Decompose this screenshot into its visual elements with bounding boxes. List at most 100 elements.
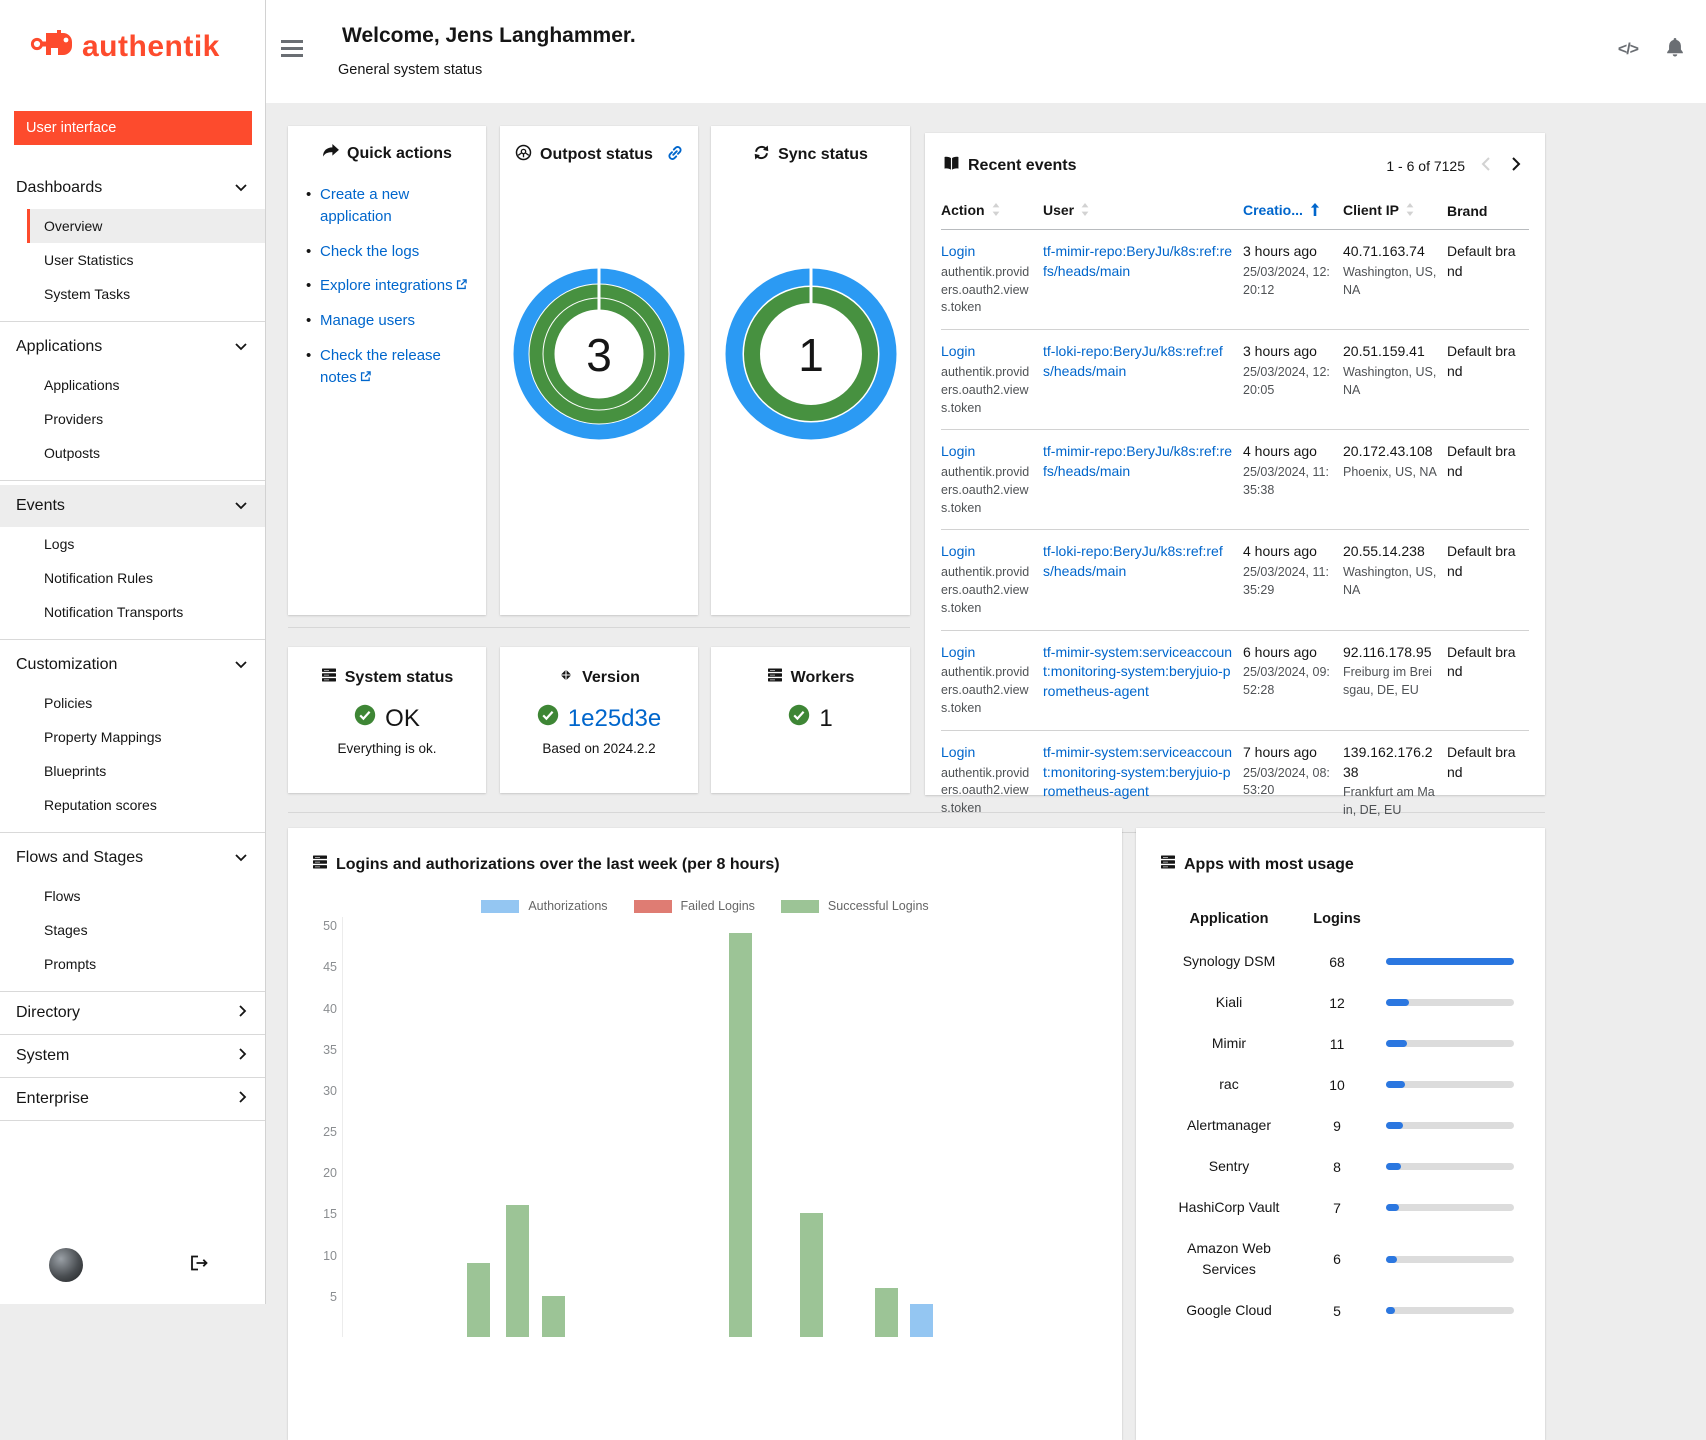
sidebar-item-notification-rules[interactable]: Notification Rules [0,561,265,595]
column-header-user[interactable]: User [1043,192,1243,230]
column-header-brand[interactable]: Brand [1447,192,1529,230]
sidebar-item-user-statistics[interactable]: User Statistics [0,243,265,277]
create-application-link[interactable]: Create a new application [320,186,409,225]
hamburger-menu-icon[interactable] [281,40,303,61]
sidebar-item-property-mappings[interactable]: Property Mappings [0,720,265,754]
sidebar-item-flows-stages-group[interactable]: Flows and Stages [0,837,265,879]
event-action-link[interactable]: Login [941,443,975,459]
sidebar-item-directory[interactable]: Directory [0,992,265,1034]
sort-icon [1406,203,1414,219]
chart-bar [467,1263,490,1337]
event-context: authentik.providers.oauth2.views.token [941,564,1033,617]
usage-bar [1386,1163,1514,1170]
column-header-action[interactable]: Action [941,192,1043,230]
sidebar-item-enterprise[interactable]: Enterprise [0,1078,265,1120]
sidebar: authentik User interface Dashboards Over… [0,0,266,1304]
pagination-next-button[interactable] [1506,155,1527,176]
sidebar-item-overview[interactable]: Overview [27,209,265,243]
sidebar-item-reputation-scores[interactable]: Reputation scores [0,788,265,822]
event-action-link[interactable]: Login [941,543,975,559]
sidebar-item-flows[interactable]: Flows [0,879,265,913]
explore-integrations-link[interactable]: Explore integrations [320,277,453,294]
version-title: Version [582,669,640,687]
version-value-link[interactable]: 1e25d3e [568,705,661,733]
sidebar-item-notification-transports[interactable]: Notification Transports [0,595,265,629]
page-header: Welcome, Jens Langhammer. General system… [266,0,1706,103]
column-header-client-ip[interactable]: Client IP [1343,192,1447,230]
sidebar-item-policies[interactable]: Policies [0,686,265,720]
event-ip: 40.71.163.74 [1343,243,1425,259]
release-notes-link[interactable]: Check the release notes [320,347,441,386]
app-name: Google Cloud [1160,1290,1298,1331]
event-action-link[interactable]: Login [941,744,975,760]
nav-section-events: Events Logs Notification Rules Notificat… [0,480,265,639]
legend-item-failed-logins[interactable]: Failed Logins [634,899,755,913]
y-axis-tick: 25 [311,1125,337,1139]
event-action-link[interactable]: Login [941,343,975,359]
event-action-link[interactable]: Login [941,644,975,660]
event-location: Phoenix, US, NA [1343,464,1437,482]
event-user-link[interactable]: tf-loki-repo:BeryJu/k8s:ref:refs/heads/m… [1043,343,1223,379]
event-user-link[interactable]: tf-mimir-repo:BeryJu/k8s:ref:refs/heads/… [1043,443,1232,479]
logout-icon[interactable] [190,1255,208,1276]
nav-section-flows-stages: Flows and Stages Flows Stages Prompts [0,832,265,991]
sidebar-item-system-tasks[interactable]: System Tasks [0,277,265,311]
link-icon[interactable] [667,145,683,166]
usage-bar [1386,999,1514,1006]
event-location: Washington, US, NA [1343,564,1437,600]
legend-item-authorizations[interactable]: Authorizations [481,899,607,913]
usage-bar [1386,958,1514,965]
sidebar-item-events-group[interactable]: Events [0,485,265,527]
y-axis-tick: 20 [311,1166,337,1180]
event-date: 25/03/2024, 09:52:28 [1243,664,1333,700]
notifications-bell-icon[interactable] [1666,38,1684,62]
apps-column-logins: Logins [1298,903,1376,941]
sidebar-item-prompts[interactable]: Prompts [0,947,265,981]
nav-section-enterprise: Enterprise [0,1077,265,1121]
event-user-link[interactable]: tf-mimir-system:serviceaccount:monitorin… [1043,644,1232,700]
chevron-down-icon [235,497,247,515]
manage-users-link[interactable]: Manage users [320,312,415,329]
app-logins: 12 [1298,995,1376,1011]
event-location: Frankfurt am Main, DE, EU [1343,784,1437,820]
sidebar-item-providers[interactable]: Providers [0,402,265,436]
page-title: Welcome, Jens Langhammer. [342,24,636,48]
check-logs-link[interactable]: Check the logs [320,243,419,260]
nav-section-applications: Applications Applications Providers Outp… [0,321,265,480]
column-header-creation-date[interactable]: Creatio... [1243,192,1343,230]
app-name: Sentry [1160,1146,1298,1187]
event-action-link[interactable]: Login [941,243,975,259]
usage-bar [1386,1204,1514,1211]
app-name: Synology DSM [1160,941,1298,982]
chart-bar [800,1213,823,1337]
usage-bar [1386,1256,1514,1263]
event-context: authentik.providers.oauth2.views.token [941,364,1033,417]
sidebar-item-system[interactable]: System [0,1035,265,1077]
quick-actions-card: Quick actions Create a new application C… [288,126,486,615]
system-status-description: Everything is ok. [300,741,474,756]
sidebar-item-outposts[interactable]: Outposts [0,436,265,470]
sidebar-item-logs[interactable]: Logs [0,527,265,561]
legend-item-successful-logins[interactable]: Successful Logins [781,899,929,913]
sync-status-value: 1 [798,329,824,381]
pagination-label: 1 - 6 of 7125 [1386,158,1465,174]
sidebar-item-customization-group[interactable]: Customization [0,644,265,686]
app-name: Amazon Web Services [1160,1228,1298,1290]
y-axis-tick: 40 [311,1002,337,1016]
event-user-link[interactable]: tf-mimir-repo:BeryJu/k8s:ref:refs/heads/… [1043,243,1232,279]
app-logins: 68 [1298,954,1376,970]
event-location: Freiburg im Breisgau, DE, EU [1343,664,1437,700]
api-code-icon[interactable]: </> [1618,41,1638,59]
pagination-prev-button[interactable] [1475,155,1496,176]
event-user-link[interactable]: tf-loki-repo:BeryJu/k8s:ref:refs/heads/m… [1043,543,1223,579]
app-name: Kiali [1160,982,1298,1023]
sidebar-item-dashboards[interactable]: Dashboards [0,167,265,209]
user-interface-button[interactable]: User interface [14,111,252,145]
apps-column-application: Application [1160,903,1298,941]
sidebar-item-blueprints[interactable]: Blueprints [0,754,265,788]
sidebar-item-applications-group[interactable]: Applications [0,326,265,368]
event-user-link[interactable]: tf-mimir-system:serviceaccount:monitorin… [1043,744,1232,800]
sidebar-item-applications[interactable]: Applications [0,368,265,402]
avatar[interactable] [49,1248,83,1282]
sidebar-item-stages[interactable]: Stages [0,913,265,947]
